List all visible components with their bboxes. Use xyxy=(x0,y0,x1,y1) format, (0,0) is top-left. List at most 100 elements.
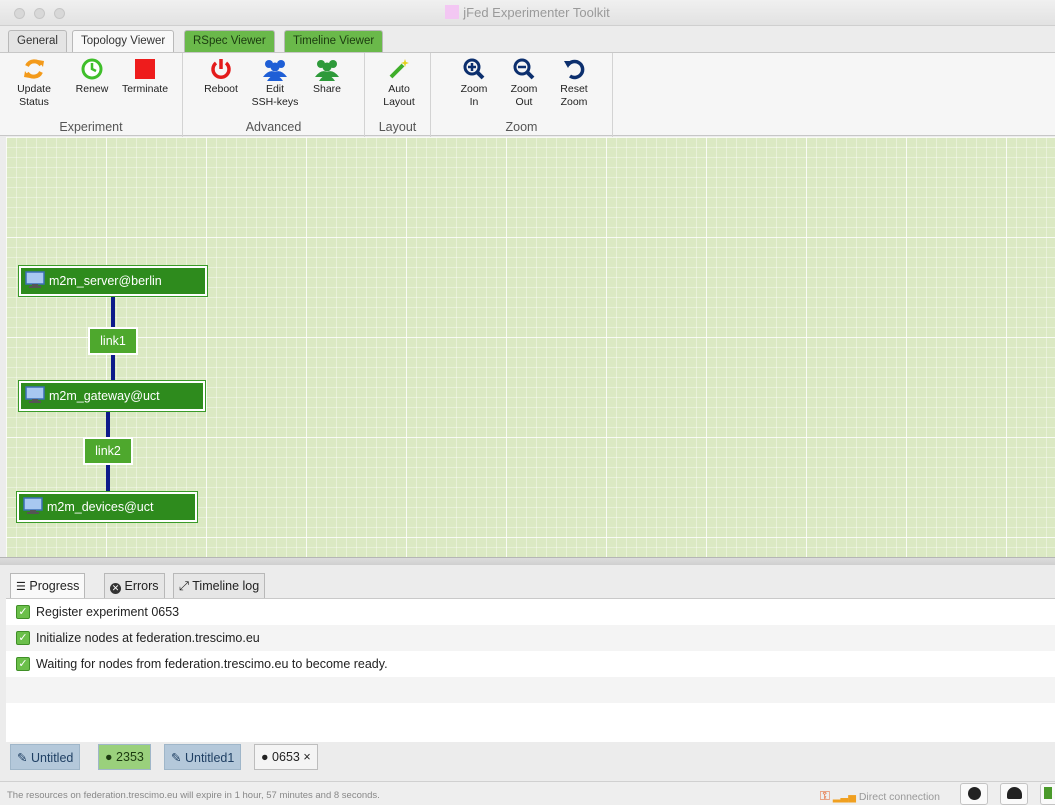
experiment-group: Update Status Renew Terminate Experiment xyxy=(0,53,183,137)
advanced-group-label: Advanced xyxy=(245,120,302,134)
power-icon xyxy=(211,59,231,79)
tab-timeline-log[interactable]: ⤢ Timeline log xyxy=(173,573,266,598)
refresh-icon xyxy=(24,59,44,79)
link-link2[interactable]: link2 xyxy=(83,437,133,465)
computer-icon xyxy=(25,386,45,403)
doc-tab-0653[interactable]: ● 0653 × xyxy=(254,744,318,770)
extra-icon xyxy=(1044,787,1052,799)
dashboard-icon xyxy=(1006,787,1022,799)
edit-icon: ✎ xyxy=(17,751,28,765)
settings-button[interactable] xyxy=(1000,783,1028,805)
edge-server-link1 xyxy=(111,296,115,329)
tab-topology-viewer[interactable]: Topology Viewer xyxy=(72,30,175,52)
update-status-label: Update Status xyxy=(17,83,51,108)
update-status-button[interactable]: Update Status xyxy=(14,57,54,109)
users-group-icon xyxy=(315,60,339,81)
tab-errors-label: Errors xyxy=(124,579,159,593)
doc-tab-2353[interactable]: ● 2353 xyxy=(98,744,151,770)
log-entry-text: Register experiment 0653 xyxy=(36,605,180,619)
experiment-group-label: Experiment xyxy=(59,120,123,134)
node-m2m-server[interactable]: m2m_server@berlin xyxy=(19,266,207,296)
checkbox-checked-icon: ✓ xyxy=(16,631,30,645)
edge-link2-devices xyxy=(106,464,110,494)
experiment-icon: ● xyxy=(105,750,113,764)
status-bar: The resources on federation.trescimo.eu … xyxy=(0,781,1055,805)
split-pane-divider[interactable] xyxy=(0,557,1055,565)
edge-link1-gateway xyxy=(111,355,115,383)
link-link1[interactable]: link1 xyxy=(88,327,138,355)
node-label: m2m_devices@uct xyxy=(47,500,154,514)
tab-general[interactable]: General xyxy=(8,30,67,52)
zoom-in-button[interactable]: Zoom In xyxy=(457,57,491,109)
progress-log: ✓ Register experiment 0653 ✓ Initialize … xyxy=(6,598,1055,742)
connection-label: Direct connection xyxy=(858,791,940,803)
node-m2m-gateway[interactable]: m2m_gateway@uct xyxy=(19,381,205,411)
checkbox-checked-icon: ✓ xyxy=(16,657,30,671)
node-label: m2m_server@berlin xyxy=(49,274,162,288)
log-entry-empty xyxy=(6,677,1055,703)
network-button[interactable] xyxy=(960,783,988,805)
zoom-in-icon xyxy=(463,58,485,80)
topology-canvas[interactable]: m2m_server@berlin link1 m2m_gateway@uct … xyxy=(6,137,1055,557)
globe-icon xyxy=(967,787,981,800)
doc-tab-label: Untitled xyxy=(30,751,74,765)
renew-button[interactable]: Renew xyxy=(72,57,112,96)
clock-icon xyxy=(81,58,103,80)
edit-ssh-keys-label: Edit SSH-keys xyxy=(251,83,299,108)
zoom-group-label: Zoom xyxy=(505,120,538,134)
terminate-label: Terminate xyxy=(121,83,169,95)
window-title: jFed Experimenter Toolkit xyxy=(0,5,1055,20)
key-icon: ⚿ xyxy=(820,788,830,803)
stop-icon xyxy=(135,59,155,79)
expiry-message: The resources on federation.trescimo.eu … xyxy=(7,790,380,801)
share-button[interactable]: Share xyxy=(307,57,347,96)
log-entry-empty xyxy=(6,703,1055,729)
node-label: m2m_gateway@uct xyxy=(49,389,160,403)
tab-progress-label: Progress xyxy=(29,579,80,593)
undo-icon xyxy=(564,59,585,80)
tab-rspec-viewer[interactable]: RSpec Viewer xyxy=(184,30,275,52)
layout-group-label: Layout xyxy=(378,120,417,134)
ribbon-toolbar: Update Status Renew Terminate Experiment… xyxy=(0,52,1055,137)
signal-icon: ▂▃▅ xyxy=(832,792,856,803)
doc-tab-label: Untitled1 xyxy=(184,751,235,765)
auto-layout-label: Auto Layout xyxy=(383,83,415,108)
zoom-in-label: Zoom In xyxy=(460,83,488,108)
window-title-text: jFed Experimenter Toolkit xyxy=(463,5,610,20)
zoom-group: Zoom In Zoom Out Reset Zoom Zoom xyxy=(431,53,613,137)
tab-timeline-log-label: Timeline log xyxy=(192,579,260,593)
reboot-button[interactable]: Reboot xyxy=(201,57,241,96)
experiment-icon: ● xyxy=(261,750,269,764)
list-icon: ☰ xyxy=(16,581,26,593)
error-icon: ✕ xyxy=(110,583,121,594)
reboot-label: Reboot xyxy=(204,83,238,95)
log-entry-text: Waiting for nodes from federation.tresci… xyxy=(36,657,388,671)
log-entry: ✓ Waiting for nodes from federation.tres… xyxy=(6,651,1055,677)
doc-tab-label: 0653 xyxy=(272,750,300,764)
terminate-button[interactable]: Terminate xyxy=(116,57,174,96)
expand-icon: ⤢ xyxy=(179,579,190,593)
doc-tab-label: 2353 xyxy=(116,750,144,764)
advanced-group: Reboot Edit SSH-keys Share Advanced xyxy=(183,53,365,137)
doc-tab-untitled[interactable]: ✎ Untitled xyxy=(10,744,81,770)
reset-zoom-button[interactable]: Reset Zoom xyxy=(557,57,591,109)
log-entry: ✓ Register experiment 0653 xyxy=(6,599,1055,625)
tab-errors[interactable]: ✕ Errors xyxy=(104,573,165,598)
extra-button[interactable] xyxy=(1040,783,1055,805)
tab-timeline-viewer[interactable]: Timeline Viewer xyxy=(284,30,384,52)
edge-gateway-link2 xyxy=(106,410,110,438)
zoom-out-label: Zoom Out xyxy=(510,83,538,108)
edit-icon: ✎ xyxy=(171,751,182,765)
node-m2m-devices[interactable]: m2m_devices@uct xyxy=(17,492,197,522)
share-label: Share xyxy=(312,83,342,95)
main-tabs: General Topology Viewer RSpec Viewer Tim… xyxy=(0,28,1055,52)
checkbox-checked-icon: ✓ xyxy=(16,605,30,619)
doc-tab-untitled1[interactable]: ✎ Untitled1 xyxy=(164,744,242,770)
edit-ssh-keys-button[interactable]: Edit SSH-keys xyxy=(249,57,301,109)
log-entry-text: Initialize nodes at federation.trescimo.… xyxy=(36,631,260,645)
close-tab-icon[interactable]: × xyxy=(303,750,310,764)
app-icon xyxy=(445,5,460,19)
zoom-out-button[interactable]: Zoom Out xyxy=(507,57,541,109)
auto-layout-button[interactable]: Auto Layout xyxy=(377,57,421,109)
tab-progress[interactable]: ☰ Progress xyxy=(10,573,86,598)
